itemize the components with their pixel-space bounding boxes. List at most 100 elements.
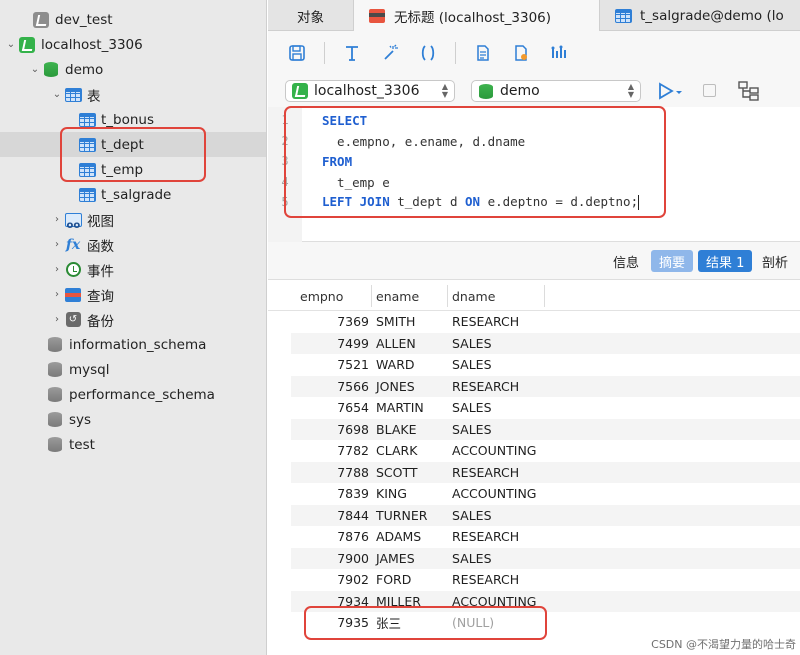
tab-profile[interactable]: 剖析 (754, 250, 796, 272)
explain-icon[interactable] (548, 42, 570, 64)
cell-empno[interactable]: 7876 (291, 526, 369, 548)
tab-summary[interactable]: 摘要 (651, 250, 694, 272)
cell-dname[interactable]: RESEARCH (452, 569, 519, 591)
cell-dname[interactable]: SALES (452, 548, 492, 570)
chevron-right-icon[interactable]: › (50, 264, 64, 275)
table-row[interactable]: 7782 CLARK ACCOUNTING (291, 440, 800, 462)
export-icon[interactable] (510, 42, 532, 64)
cell-dname[interactable]: RESEARCH (452, 526, 519, 548)
cell-ename[interactable]: BLAKE (376, 419, 416, 441)
stop-icon[interactable] (703, 84, 716, 97)
table-row[interactable]: 7698 BLAKE SALES (291, 418, 800, 441)
column-header-empno[interactable]: empno (300, 285, 343, 307)
cell-empno[interactable]: 7839 (291, 483, 369, 505)
cell-empno[interactable]: 7782 (291, 440, 369, 462)
chevron-right-icon[interactable]: › (50, 239, 64, 250)
tab-objects[interactable]: 对象 (268, 0, 354, 31)
tab-info[interactable]: 信息 (605, 250, 647, 272)
table-row[interactable]: 7499 ALLEN SALES (291, 332, 800, 355)
chevron-down-icon[interactable]: ⌄ (4, 39, 18, 50)
cell-dname[interactable]: SALES (452, 505, 492, 527)
table-row[interactable]: 7369 SMITH RESEARCH (291, 311, 800, 333)
database-test[interactable]: test (0, 432, 266, 457)
cell-empno[interactable]: 7698 (291, 419, 369, 441)
database-icon (477, 83, 495, 99)
table-row[interactable]: 7902 FORD RESEARCH (291, 569, 800, 591)
views-folder[interactable]: › 视图 (0, 207, 266, 232)
save-icon[interactable] (286, 42, 308, 64)
table-t-salgrade[interactable]: t_salgrade (0, 182, 266, 207)
code-brackets-icon[interactable] (417, 42, 439, 64)
table-icon (614, 8, 632, 24)
table-row[interactable]: 7521 WARD SALES (291, 354, 800, 376)
chevron-down-icon[interactable]: ⌄ (28, 64, 42, 75)
cell-ename[interactable]: JAMES (376, 548, 415, 570)
table-row[interactable]: 7876 ADAMS RESEARCH (291, 526, 800, 548)
connection-dev-test[interactable]: dev_test (0, 7, 266, 32)
model-icon[interactable] (738, 81, 760, 105)
tab-t-salgrade[interactable]: t_salgrade@demo (lo (600, 0, 800, 31)
cell-dname[interactable]: RESEARCH (452, 376, 519, 398)
cell-empno[interactable]: 7499 (291, 333, 369, 355)
database-information-schema[interactable]: information_schema (0, 332, 266, 357)
database-sys[interactable]: sys (0, 407, 266, 432)
cell-ename[interactable]: CLARK (376, 440, 417, 462)
chevron-right-icon[interactable]: › (50, 214, 64, 225)
cell-ename[interactable]: WARD (376, 354, 415, 376)
cell-empno[interactable]: 7788 (291, 462, 369, 484)
events-folder[interactable]: › 事件 (0, 257, 266, 282)
connection-select[interactable]: localhost_3306 ▲ ▼ (285, 80, 455, 102)
cell-ename[interactable]: ALLEN (376, 333, 416, 355)
connection-icon (291, 83, 309, 99)
beautify-icon[interactable] (379, 42, 401, 64)
cell-empno[interactable]: 7902 (291, 569, 369, 591)
cell-ename[interactable]: MARTIN (376, 397, 424, 419)
cell-dname[interactable]: RESEARCH (452, 462, 519, 484)
cell-ename[interactable]: SMITH (376, 311, 415, 333)
database-select[interactable]: demo ▲ ▼ (471, 80, 641, 102)
queries-folder[interactable]: › 查询 (0, 282, 266, 307)
cell-dname[interactable]: SALES (452, 397, 492, 419)
chevron-right-icon[interactable]: › (50, 314, 64, 325)
table-row[interactable]: 7788 SCOTT RESEARCH (291, 461, 800, 484)
table-row[interactable]: 7900 JAMES SALES (291, 547, 800, 570)
cell-ename[interactable]: JONES (376, 376, 415, 398)
cell-empno[interactable]: 7654 (291, 397, 369, 419)
database-performance-schema[interactable]: performance_schema (0, 382, 266, 407)
cell-dname[interactable]: SALES (452, 333, 492, 355)
cell-dname[interactable]: SALES (452, 419, 492, 441)
cell-dname[interactable]: SALES (452, 354, 492, 376)
tables-folder[interactable]: ⌄ 表 (0, 82, 266, 107)
cell-dname[interactable]: RESEARCH (452, 311, 519, 333)
format-icon[interactable] (341, 42, 363, 64)
text-file-icon[interactable] (472, 42, 494, 64)
column-header-dname[interactable]: dname (452, 285, 495, 307)
cell-empno[interactable]: 7844 (291, 505, 369, 527)
table-row[interactable]: 7844 TURNER SALES (291, 504, 800, 527)
cell-dname[interactable]: ACCOUNTING (452, 440, 537, 462)
cell-ename[interactable]: SCOTT (376, 462, 418, 484)
chevron-right-icon[interactable]: › (50, 289, 64, 300)
backups-folder[interactable]: › ↺ 备份 (0, 307, 266, 332)
column-header-ename[interactable]: ename (376, 285, 419, 307)
table-row[interactable]: 7566 JONES RESEARCH (291, 375, 800, 398)
database-demo[interactable]: ⌄ demo (0, 57, 266, 82)
table-row[interactable]: 7839 KING ACCOUNTING (291, 483, 800, 505)
cell-dname[interactable]: ACCOUNTING (452, 483, 537, 505)
cell-empno[interactable]: 7566 (291, 376, 369, 398)
cell-empno[interactable]: 7369 (291, 311, 369, 333)
cell-empno[interactable]: 7521 (291, 354, 369, 376)
connection-localhost-3306[interactable]: ⌄ localhost_3306 (0, 32, 266, 57)
table-row[interactable]: 7654 MARTIN SALES (291, 397, 800, 419)
tab-result-1[interactable]: 结果 1 (698, 250, 753, 272)
cell-ename[interactable]: ADAMS (376, 526, 421, 548)
functions-folder[interactable]: › fx 函数 (0, 232, 266, 257)
cell-ename[interactable]: FORD (376, 569, 411, 591)
cell-empno[interactable]: 7900 (291, 548, 369, 570)
database-mysql[interactable]: mysql (0, 357, 266, 382)
tab-query-untitled[interactable]: 无标题 (localhost_3306) (354, 0, 600, 31)
run-icon[interactable] (658, 81, 684, 105)
cell-ename[interactable]: TURNER (376, 505, 427, 527)
cell-ename[interactable]: KING (376, 483, 407, 505)
chevron-down-icon[interactable]: ⌄ (50, 89, 64, 100)
